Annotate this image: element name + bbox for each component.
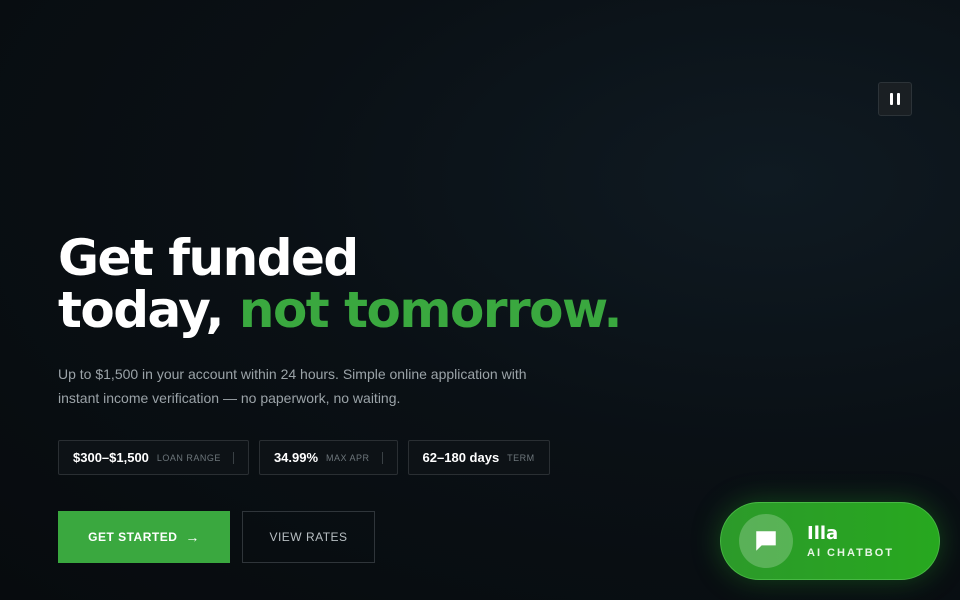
stat-label: LOAN RANGE bbox=[156, 452, 221, 463]
headline-line-2: today, bbox=[58, 281, 239, 339]
stat-divider bbox=[381, 451, 383, 464]
stat-divider bbox=[232, 451, 234, 464]
chatbot-text: Illa AI CHATBOT bbox=[807, 522, 895, 559]
hero-headline: Get funded today, not tomorrow. bbox=[58, 229, 623, 339]
view-rates-label: VIEW RATES bbox=[269, 530, 348, 544]
stat-value: $300–$1,500 bbox=[73, 450, 149, 465]
stat-label: TERM bbox=[507, 452, 535, 463]
arrow-right-icon: → bbox=[185, 529, 200, 545]
stat-value: 34.99% bbox=[273, 450, 319, 465]
pause-button[interactable] bbox=[878, 82, 912, 116]
headline-accent: not tomorrow. bbox=[238, 281, 623, 339]
loan-stats: $300–$1,500 LOAN RANGE 34.99% MAX APR 62… bbox=[58, 440, 550, 475]
get-started-button[interactable]: GET STARTED → bbox=[58, 511, 230, 563]
stat-label: MAX APR bbox=[326, 452, 370, 463]
hero-subtext: Up to $1,500 in your account within 24 h… bbox=[58, 366, 527, 406]
view-rates-button[interactable]: VIEW RATES bbox=[242, 511, 375, 563]
chat-bubble-icon bbox=[756, 531, 776, 551]
stat-value: 62–180 days bbox=[422, 450, 500, 465]
chatbot-role: AI CHATBOT bbox=[807, 546, 895, 559]
chatbot-name: Illa bbox=[807, 522, 839, 544]
stat-max-apr: 34.99% MAX APR bbox=[258, 440, 398, 475]
pause-icon bbox=[890, 93, 893, 105]
headline-line-1: Get funded bbox=[58, 229, 359, 287]
stat-loan-range: $300–$1,500 LOAN RANGE bbox=[58, 440, 249, 475]
chatbot-launcher[interactable]: Illa AI CHATBOT bbox=[720, 502, 940, 580]
chatbot-avatar bbox=[739, 514, 793, 568]
get-started-label: GET STARTED bbox=[88, 530, 178, 544]
stat-term: 62–180 days TERM bbox=[407, 440, 550, 475]
cta-group: GET STARTED → VIEW RATES bbox=[58, 511, 375, 563]
hero-section: Get funded today, not tomorrow. Up to $1… bbox=[58, 229, 623, 410]
